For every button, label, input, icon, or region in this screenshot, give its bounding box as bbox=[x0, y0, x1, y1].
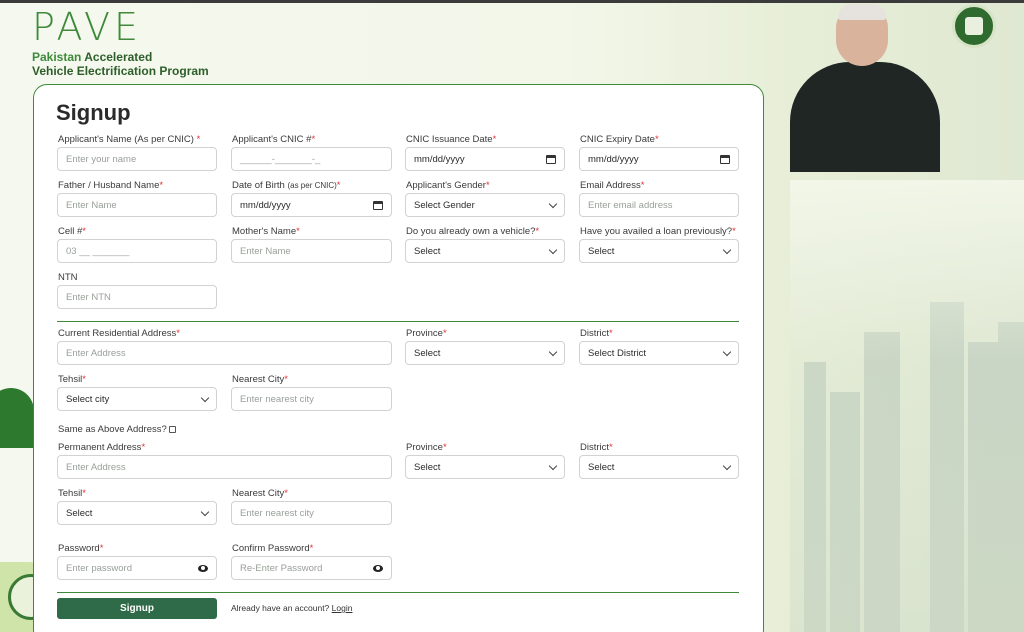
province-label: Province bbox=[406, 328, 443, 339]
tagline-green: Pakistan bbox=[32, 50, 82, 64]
current-nearest-city-input[interactable]: Enter nearest city bbox=[231, 387, 392, 411]
chevron-down-icon bbox=[548, 199, 558, 208]
email-input[interactable]: Enter email address bbox=[579, 193, 739, 217]
province-label: Province bbox=[406, 442, 443, 453]
applicant-name-input[interactable]: Enter your name bbox=[57, 147, 217, 171]
pave-logo: PAVE Pakistan Accelerated Vehicle Electr… bbox=[32, 8, 209, 78]
city-skyline-image bbox=[790, 180, 1024, 632]
father-name-label: Father / Husband Name bbox=[58, 180, 160, 191]
government-emblem-icon bbox=[952, 4, 996, 48]
father-name-input[interactable]: Enter Name bbox=[57, 193, 217, 217]
top-bar bbox=[0, 0, 1024, 3]
password-label: Password bbox=[58, 543, 100, 554]
applicant-cnic-input[interactable]: ______-_______-_ bbox=[231, 147, 392, 171]
section-divider bbox=[57, 592, 739, 593]
permanent-address-input[interactable]: Enter Address bbox=[57, 455, 392, 479]
chevron-down-icon bbox=[548, 245, 558, 254]
dob-date-input[interactable]: mm/dd/yyyy bbox=[231, 193, 392, 217]
chevron-down-icon bbox=[722, 461, 732, 470]
own-vehicle-label: Do you already own a vehicle? bbox=[406, 226, 536, 237]
permanent-nearest-city-input[interactable]: Enter nearest city bbox=[231, 501, 392, 525]
tagline-line2: Vehicle Electrification Program bbox=[32, 64, 209, 78]
calendar-icon[interactable] bbox=[546, 154, 556, 164]
permanent-tehsil-select[interactable]: Select bbox=[57, 501, 217, 525]
cell-input[interactable]: 03 __ _______ bbox=[57, 239, 217, 263]
nearest-city-label: Nearest City bbox=[232, 488, 285, 499]
same-as-above-checkbox[interactable] bbox=[168, 425, 176, 433]
login-link[interactable]: Login bbox=[332, 603, 353, 613]
tehsil-label: Tehsil bbox=[58, 488, 83, 499]
chevron-down-icon bbox=[548, 461, 558, 470]
tagline-rest: Accelerated bbox=[81, 50, 153, 64]
current-tehsil-select[interactable]: Select city bbox=[57, 387, 217, 411]
permanent-province-select[interactable]: Select bbox=[405, 455, 565, 479]
eye-icon[interactable] bbox=[373, 564, 383, 572]
gender-label: Applicant's Gender bbox=[406, 180, 486, 191]
calendar-icon[interactable] bbox=[720, 154, 730, 164]
ntn-input[interactable]: Enter NTN bbox=[57, 285, 217, 309]
chevron-down-icon bbox=[722, 245, 732, 254]
district-label: District bbox=[580, 442, 610, 453]
current-province-select[interactable]: Select bbox=[405, 341, 565, 365]
chevron-down-icon bbox=[200, 393, 210, 402]
cell-label: Cell # bbox=[58, 226, 83, 237]
portrait-image bbox=[790, 4, 950, 172]
applicant-cnic-label: Applicant's CNIC # bbox=[232, 134, 312, 145]
password-input[interactable]: Enter password bbox=[57, 556, 217, 580]
chevron-down-icon bbox=[722, 347, 732, 356]
nearest-city-label: Nearest City bbox=[232, 374, 285, 385]
decorative-leaf-shape bbox=[0, 388, 34, 448]
gender-select[interactable]: Select Gender bbox=[405, 193, 565, 217]
email-label: Email Address bbox=[580, 180, 641, 191]
loan-previous-select[interactable]: Select bbox=[579, 239, 739, 263]
calendar-icon[interactable] bbox=[373, 200, 383, 210]
permanent-address-label: Permanent Address bbox=[58, 442, 142, 453]
cnic-issuance-label: CNIC Issuance Date bbox=[406, 134, 493, 145]
logo-mark: PAVE bbox=[32, 5, 143, 49]
loan-previous-label: Have you availed a loan previously? bbox=[580, 226, 733, 237]
cnic-expiry-label: CNIC Expiry Date bbox=[580, 134, 655, 145]
own-vehicle-select[interactable]: Select bbox=[405, 239, 565, 263]
chevron-down-icon bbox=[200, 507, 210, 516]
permanent-district-select[interactable]: Select bbox=[579, 455, 739, 479]
current-address-input[interactable]: Enter Address bbox=[57, 341, 392, 365]
confirm-password-input[interactable]: Re-Enter Password bbox=[231, 556, 392, 580]
current-district-select[interactable]: Select District bbox=[579, 341, 739, 365]
eye-icon[interactable] bbox=[198, 564, 208, 572]
applicant-name-label: Applicant's Name (As per CNIC) bbox=[58, 134, 197, 145]
page-title: Signup bbox=[56, 100, 131, 125]
tehsil-label: Tehsil bbox=[58, 374, 83, 385]
login-prompt: Already have an account? Login bbox=[231, 603, 353, 613]
current-address-label: Current Residential Address bbox=[58, 328, 177, 339]
section-divider bbox=[57, 321, 739, 322]
signup-button[interactable]: Signup bbox=[57, 598, 217, 619]
cnic-issuance-date-input[interactable]: mm/dd/yyyy bbox=[405, 147, 565, 171]
dob-label: Date of Birth bbox=[232, 180, 288, 191]
confirm-password-label: Confirm Password bbox=[232, 543, 310, 554]
ntn-label: NTN bbox=[58, 272, 78, 283]
same-as-above-label: Same as Above Address? bbox=[58, 424, 167, 435]
mother-name-input[interactable]: Enter Name bbox=[231, 239, 392, 263]
chevron-down-icon bbox=[548, 347, 558, 356]
cnic-expiry-date-input[interactable]: mm/dd/yyyy bbox=[579, 147, 739, 171]
mother-name-label: Mother's Name bbox=[232, 226, 297, 237]
district-label: District bbox=[580, 328, 610, 339]
